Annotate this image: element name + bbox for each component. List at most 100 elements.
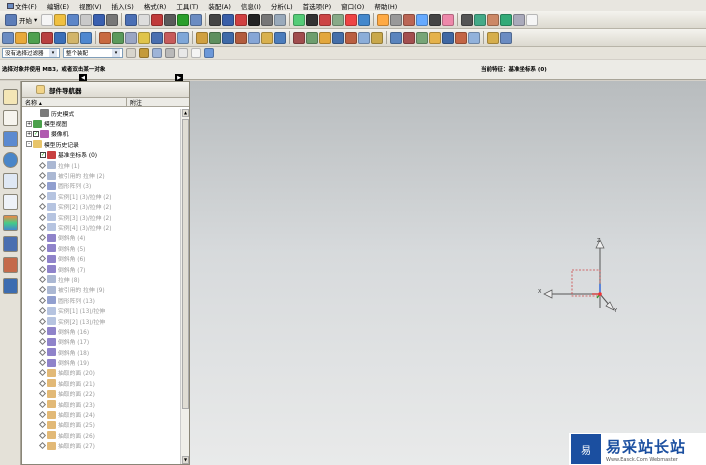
scroll-thumb[interactable]	[182, 119, 189, 409]
toolbar-tool-icon[interactable]	[248, 13, 261, 26]
web-browser-icon[interactable]	[2, 152, 18, 168]
toolbar-tool-icon[interactable]	[41, 31, 53, 44]
tree-row[interactable]: 抽取的面 (24)	[22, 409, 180, 419]
tree-row[interactable]: 倒斜角 (7)	[22, 264, 180, 274]
chevron-left-icon[interactable]: ◀	[79, 74, 87, 81]
scroll-down-button[interactable]: ▼	[182, 456, 189, 464]
tree-row[interactable]: 倒斜角 (18)	[22, 347, 180, 357]
toolbar-tool-icon[interactable]	[461, 13, 474, 26]
toolbar-tool-icon[interactable]	[526, 13, 539, 26]
type-filter-select[interactable]: 没有选择过滤器 ▾	[2, 48, 60, 58]
toolbar-tool-icon[interactable]	[248, 31, 260, 44]
toolbar-tool-icon[interactable]	[138, 13, 151, 26]
navigator-scrollbar[interactable]: ▲ ▼	[180, 109, 189, 464]
visibility-checkbox[interactable]: ✓	[33, 130, 39, 137]
rectangle-select-icon[interactable]	[191, 48, 201, 58]
menu-item[interactable]: 分析(L)	[266, 1, 298, 11]
process-studio-icon[interactable]	[2, 236, 18, 252]
toolbar-tool-icon[interactable]	[429, 13, 442, 26]
tree-row[interactable]: 倒斜角 (4)	[22, 233, 180, 243]
tree-row[interactable]: 抽取的面 (25)	[22, 420, 180, 430]
toolbar-tool-icon[interactable]	[80, 13, 93, 26]
tree-row[interactable]: 抽取的面 (23)	[22, 399, 180, 409]
toolbar-tool-icon[interactable]	[371, 31, 383, 44]
select-all-icon[interactable]	[152, 48, 162, 58]
menu-item[interactable]: 插入(S)	[107, 1, 139, 11]
toolbar-tool-icon[interactable]	[54, 13, 67, 26]
toolbar-tool-icon[interactable]	[306, 13, 319, 26]
toolbar-tool-icon[interactable]	[416, 13, 429, 26]
tree-row[interactable]: - 模型历史记录	[22, 139, 180, 149]
toolbar-tool-icon[interactable]	[99, 31, 111, 44]
graphics-window[interactable]: Z X Y	[190, 81, 706, 465]
scroll-up-button[interactable]: ▲	[182, 109, 189, 117]
toolbar-tool-icon[interactable]	[125, 13, 138, 26]
toolbar-tool-icon[interactable]	[332, 31, 344, 44]
tree-row[interactable]: 被引用的 拉伸 (2)	[22, 170, 180, 180]
toolbar-tool-icon[interactable]	[106, 13, 119, 26]
toolbar-tool-icon[interactable]	[390, 31, 402, 44]
toolbar-tool-icon[interactable]	[293, 31, 305, 44]
toolbar-tool-icon[interactable]	[261, 13, 274, 26]
tree-row[interactable]: 实例[2] (3)/拉伸 (2)	[22, 202, 180, 212]
toolbar-tool-icon[interactable]	[500, 31, 512, 44]
tree-row[interactable]: ✓ 基准坐标系 (0)	[22, 150, 180, 160]
camera-icon[interactable]	[165, 48, 175, 58]
tree-row[interactable]: 被引用的 拉伸 (9)	[22, 285, 180, 295]
tree-row[interactable]: 实例[1] (13)/拉伸	[22, 305, 180, 315]
tree-row[interactable]: + ✓ 摄像机	[22, 129, 180, 139]
toolbar-tool-icon[interactable]	[358, 13, 371, 26]
tree-row[interactable]: 倒斜角 (17)	[22, 337, 180, 347]
assembly-navigator-icon[interactable]	[2, 89, 18, 105]
tree-row[interactable]: 抽取的面 (27)	[22, 441, 180, 451]
collapse-icon[interactable]: -	[26, 141, 32, 148]
toolbar-tool-icon[interactable]	[209, 13, 222, 26]
tree-row[interactable]: 倒斜角 (19)	[22, 357, 180, 367]
general-select-icon[interactable]	[139, 48, 149, 58]
start-button[interactable]: 开始 ▾	[2, 13, 40, 26]
expand-icon[interactable]: +	[26, 120, 32, 127]
tree-row[interactable]: 倒斜角 (6)	[22, 253, 180, 263]
toolbar-tool-icon[interactable]	[2, 31, 14, 44]
toolbar-tool-icon[interactable]	[41, 13, 54, 26]
toolbar-tool-icon[interactable]	[164, 13, 177, 26]
menu-item[interactable]: 视图(V)	[74, 1, 107, 11]
toolbar-tool-icon[interactable]	[345, 13, 358, 26]
tree-row[interactable]: + 模型视图	[22, 118, 180, 128]
tree-row[interactable]: 实例[3] (3)/拉伸 (2)	[22, 212, 180, 222]
tree-row[interactable]: 抽取的面 (20)	[22, 368, 180, 378]
reuse-library-icon[interactable]	[2, 131, 18, 147]
tree-row[interactable]: 倒斜角 (16)	[22, 326, 180, 336]
filter-reset-icon[interactable]	[204, 48, 214, 58]
visibility-checkbox[interactable]: ✓	[40, 151, 46, 158]
toolbar-tool-icon[interactable]	[442, 31, 454, 44]
history-icon[interactable]	[2, 173, 18, 189]
toolbar-tool-icon[interactable]	[261, 31, 273, 44]
expand-icon[interactable]: +	[26, 130, 32, 137]
toolbar-tool-icon[interactable]	[125, 31, 137, 44]
toolbar-tool-icon[interactable]	[345, 31, 357, 44]
column-note-header[interactable]: 附注	[127, 98, 142, 107]
toolbar-tool-icon[interactable]	[403, 31, 415, 44]
toolbar-tool-icon[interactable]	[500, 13, 513, 26]
toolbar-tool-icon[interactable]	[468, 31, 480, 44]
toolbar-tool-icon[interactable]	[177, 13, 190, 26]
menu-item[interactable]: 编辑(E)	[42, 1, 74, 11]
toolbar-tool-icon[interactable]	[235, 31, 247, 44]
toolbar-tool-icon[interactable]	[377, 13, 390, 26]
toolbar-tool-icon[interactable]	[54, 31, 66, 44]
toolbar-tool-icon[interactable]	[487, 13, 500, 26]
toolbar-tool-icon[interactable]	[474, 13, 487, 26]
toolbar-tool-icon[interactable]	[319, 31, 331, 44]
toolbar-tool-icon[interactable]	[222, 31, 234, 44]
toolbar-tool-icon[interactable]	[358, 31, 370, 44]
toolbar-tool-icon[interactable]	[293, 13, 306, 26]
menu-item[interactable]: 装配(A)	[203, 1, 236, 11]
toolbar-tool-icon[interactable]	[455, 31, 467, 44]
tree-row[interactable]: 实例[4] (3)/拉伸 (2)	[22, 222, 180, 232]
column-name-header[interactable]: 名称 ▴	[22, 98, 127, 107]
menu-item[interactable]: 工具(T)	[171, 1, 203, 11]
tree-row[interactable]: 拉伸 (8)	[22, 274, 180, 284]
menu-item[interactable]: 格式(R)	[139, 1, 172, 11]
toolbar-tool-icon[interactable]	[93, 13, 106, 26]
